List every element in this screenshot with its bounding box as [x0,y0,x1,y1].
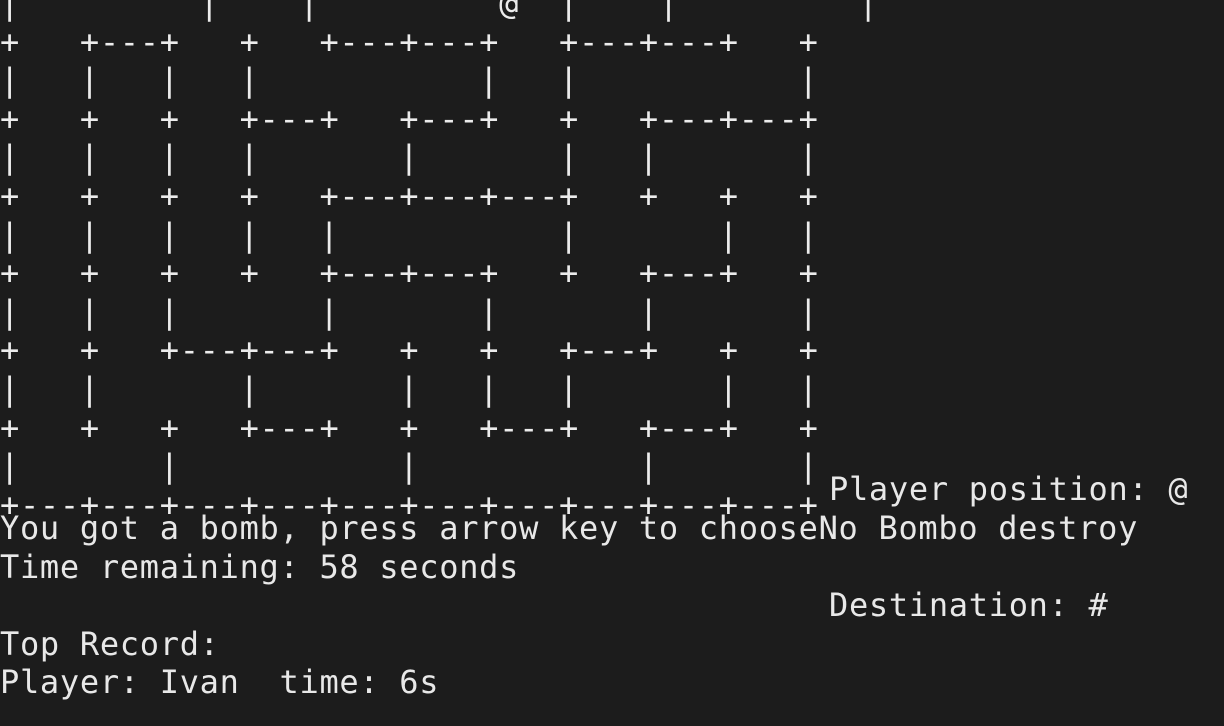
maze-row: | | | | | | | | [0,215,819,254]
top-record-title: Top Record: [0,624,220,663]
maze-row: | | | | | | | | [0,138,819,177]
maze-row: | | | | | | | [0,292,819,331]
maze-row: | | | | | | | | [0,369,819,408]
top-record-entry: Player: Ivan time: 6s [0,663,440,702]
terminal-window: | | | @ | | | + +---+ + +---+---+ +---+--… [0,0,1224,726]
maze-row: + + + + +---+---+ + +---+ + [0,254,819,293]
maze-row: + + + + +---+---+---+ + + + [0,176,819,215]
maze-board: | | | @ | | | + +---+ + +---+---+ +---+--… [0,0,879,524]
time-remaining: Time remaining: 58 seconds [0,547,520,586]
maze-row: + +---+ + +---+---+ +---+---+ + [0,22,819,61]
maze-row: | | | | | [0,447,819,486]
game-status: You got a bomb, press arrow key to choos… [0,509,1138,702]
maze-row: + + + +---+ +---+ + +---+---+ [0,99,819,138]
maze-row: + + +---+---+ + + +---+ + + [0,331,819,370]
bomb-message: You got a bomb, press arrow key to choos… [0,509,1139,547]
maze-row: | | | @ | | | [0,0,879,22]
maze-row: + + + +---+ + +---+ +---+ + [0,408,819,447]
player-position-legend: Player position: @ [829,470,1189,509]
maze-row: | | | | | | | [0,61,819,100]
